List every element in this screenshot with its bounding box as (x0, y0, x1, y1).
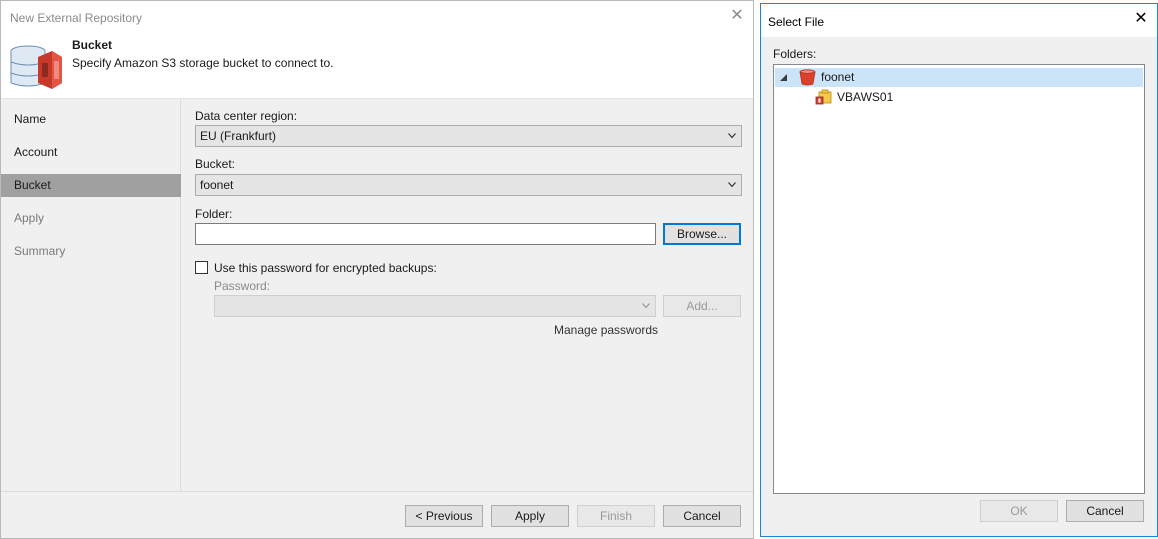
nav-item-account[interactable]: Account (1, 141, 181, 164)
folders-label: Folders: (773, 47, 817, 61)
password-dropdown[interactable] (214, 295, 656, 317)
ok-button[interactable]: OK (980, 500, 1058, 522)
tree-item-vbaws01[interactable]: VBAWS01 (775, 88, 1143, 107)
wizard-header: Bucket Specify Amazon S3 storage bucket … (1, 35, 753, 99)
tree-item-label: VBAWS01 (837, 90, 894, 104)
wizard-title: New External Repository (10, 11, 143, 25)
select-file-dialog: Select File ✕ Folders: foonet VBAWS01 OK… (760, 3, 1158, 537)
password-label: Password: (214, 279, 271, 293)
bucket-label: Bucket: (195, 157, 236, 171)
wizard-close-icon[interactable]: ✕ (730, 8, 744, 24)
nav-item-name[interactable]: Name (1, 108, 181, 131)
wizard-content: Data center region: EU (Frankfurt) Bucke… (182, 99, 753, 491)
backup-folder-icon (815, 89, 832, 105)
chevron-down-icon (728, 133, 736, 139)
add-password-button[interactable]: Add... (663, 295, 741, 317)
folders-tree[interactable]: foonet VBAWS01 (773, 64, 1145, 494)
previous-button[interactable]: < Previous (405, 505, 483, 527)
new-external-repository-window: New External Repository ✕ Bucket Specify… (0, 0, 754, 539)
cancel-button[interactable]: Cancel (663, 505, 741, 527)
encrypt-label: Use this password for encrypted backups: (214, 261, 437, 275)
chevron-down-icon (728, 182, 736, 188)
tree-item-foonet[interactable]: foonet (775, 68, 1143, 87)
encrypt-checkbox[interactable] (195, 261, 208, 274)
dialog-titlebar: Select File ✕ (761, 4, 1157, 37)
step-description: Specify Amazon S3 storage bucket to conn… (72, 56, 334, 70)
folder-label: Folder: (195, 207, 233, 221)
tree-item-label: foonet (821, 70, 855, 84)
nav-item-apply[interactable]: Apply (1, 207, 181, 230)
bucket-dropdown[interactable]: foonet (195, 174, 742, 196)
manage-passwords-link[interactable]: Manage passwords (554, 323, 658, 337)
bucket-icon (799, 69, 816, 86)
region-label: Data center region: (195, 109, 298, 123)
chevron-down-icon (642, 303, 650, 309)
wizard-steps-nav: Name Account Bucket Apply Summary (1, 99, 181, 491)
wizard-titlebar: New External Repository ✕ (1, 1, 753, 35)
step-title: Bucket (72, 38, 113, 52)
dialog-close-icon[interactable]: ✕ (1134, 11, 1148, 27)
region-value: EU (Frankfurt) (200, 129, 277, 143)
browse-button[interactable]: Browse... (663, 223, 741, 245)
dialog-cancel-button[interactable]: Cancel (1066, 500, 1144, 522)
dialog-title: Select File (768, 15, 825, 29)
s3-repository-icon (10, 45, 62, 89)
wizard-footer: < Previous Apply Finish Cancel (1, 491, 753, 538)
folder-input[interactable] (195, 223, 656, 245)
bucket-value: foonet (200, 178, 234, 192)
finish-button[interactable]: Finish (577, 505, 655, 527)
tree-collapse-icon[interactable] (780, 74, 787, 81)
nav-item-summary[interactable]: Summary (1, 240, 181, 263)
region-dropdown[interactable]: EU (Frankfurt) (195, 125, 742, 147)
nav-item-bucket[interactable]: Bucket (1, 174, 181, 197)
apply-button[interactable]: Apply (491, 505, 569, 527)
